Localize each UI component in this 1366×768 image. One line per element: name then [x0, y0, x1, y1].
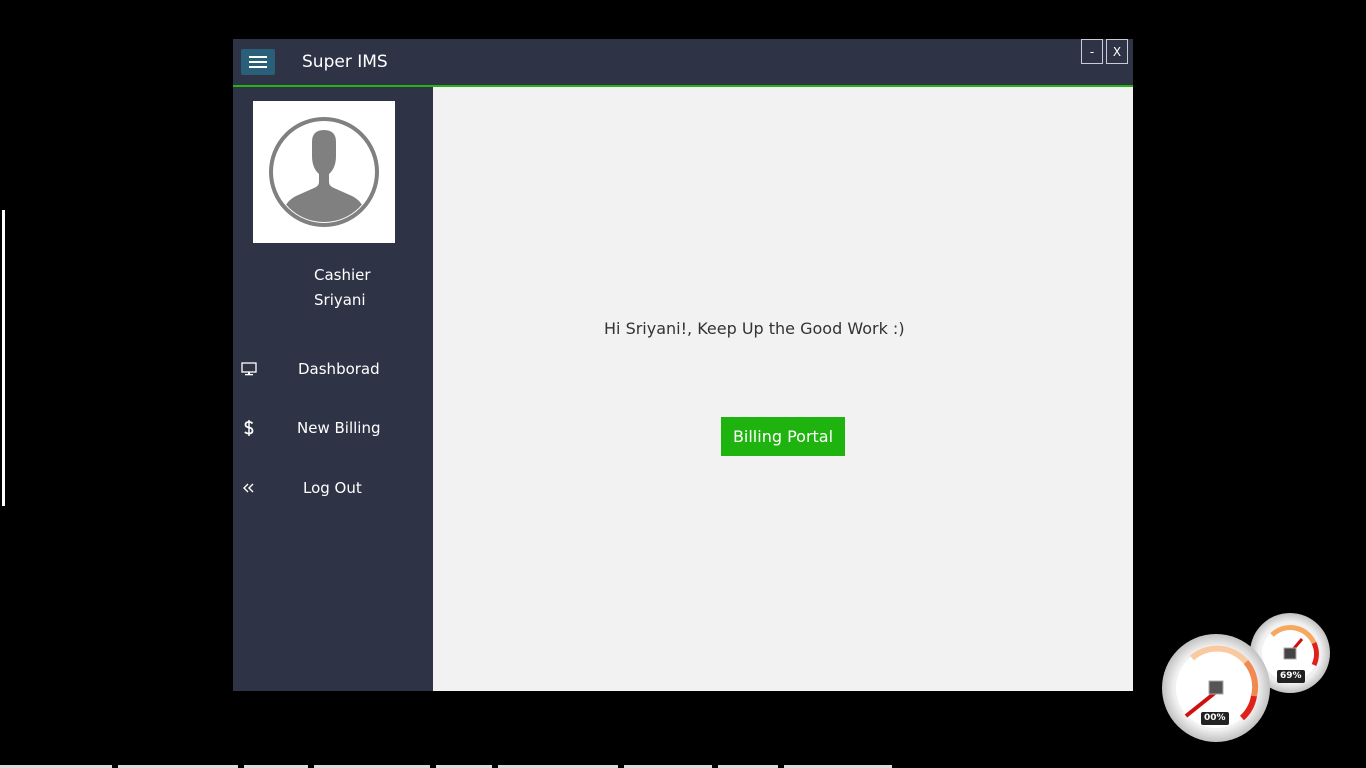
minimize-button[interactable]: -: [1081, 39, 1103, 64]
user-silhouette-icon: [269, 117, 379, 227]
main-content: Hi Sriyani!, Keep Up the Good Work :) Bi…: [433, 87, 1133, 691]
sidebar-item-label: New Billing: [297, 419, 381, 437]
app-window: Super IMS - X Cashier Sriyani Dashborad …: [233, 39, 1133, 691]
sidebar-item-log-out[interactable]: Log Out: [233, 470, 433, 506]
cpu-readout: 00%: [1201, 712, 1229, 725]
sidebar: Cashier Sriyani Dashborad New Billing Lo…: [233, 87, 433, 691]
desktop: Super IMS - X Cashier Sriyani Dashborad …: [0, 0, 1366, 768]
sidebar-item-dashboard[interactable]: Dashborad: [233, 351, 433, 387]
dollar-icon: [239, 418, 259, 438]
user-role: Cashier: [314, 266, 371, 284]
billing-portal-button[interactable]: Billing Portal: [721, 417, 845, 456]
title-bar[interactable]: Super IMS - X: [233, 39, 1133, 87]
greeting-message: Hi Sriyani!, Keep Up the Good Work :): [604, 319, 905, 338]
user-name: Sriyani: [314, 291, 366, 309]
close-button[interactable]: X: [1106, 39, 1128, 64]
hamburger-icon: [249, 56, 267, 68]
background-window-edge: [2, 210, 5, 506]
avatar: [253, 101, 395, 243]
memory-readout: 69%: [1277, 670, 1305, 683]
app-title: Super IMS: [302, 52, 388, 72]
cpu-gauge[interactable]: 00%: [1162, 634, 1270, 742]
monitor-icon: [239, 359, 259, 379]
sidebar-item-label: Log Out: [303, 479, 362, 497]
sidebar-item-new-billing[interactable]: New Billing: [233, 410, 433, 446]
sidebar-item-label: Dashborad: [298, 360, 380, 378]
menu-button[interactable]: [241, 49, 275, 75]
double-chevron-left-icon: [239, 478, 259, 498]
gauge-dial-icon: [1176, 645, 1259, 728]
